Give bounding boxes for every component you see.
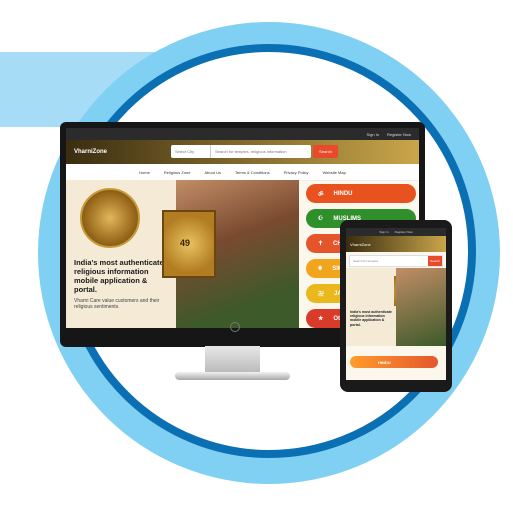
category-label: HINDU xyxy=(333,190,353,197)
monitor-stand xyxy=(205,346,260,374)
nav-religious-zone[interactable]: Religious Zone xyxy=(164,170,191,175)
search-button[interactable]: Search xyxy=(313,145,338,158)
category-hindu[interactable]: ॐ HINDU xyxy=(306,184,416,203)
swastika-icon: 卍 xyxy=(318,292,325,298)
nav-privacy[interactable]: Privacy Policy xyxy=(284,170,309,175)
search-bar: Select City Search for temples, religiou… xyxy=(171,145,311,158)
tablet-header: VharniZone xyxy=(346,236,446,252)
tablet-register-link[interactable]: Register Now xyxy=(395,230,413,234)
nav-about[interactable]: About Us xyxy=(205,170,221,175)
tablet-hero-text: India's most authenticate religious info… xyxy=(350,310,392,327)
tablet-screen: Sign In Register Now VharniZone Search f… xyxy=(346,228,446,380)
tablet-person-image xyxy=(396,268,446,346)
monitor-base xyxy=(175,372,290,380)
hero-title: India's most authenticate religious info… xyxy=(74,258,164,294)
search-input[interactable]: Search for temples, religious informatio… xyxy=(211,145,311,158)
nav-terms[interactable]: Terms & Conditions xyxy=(235,170,270,175)
tablet-hero: India's most authenticate religious info… xyxy=(346,268,446,346)
tablet-logo[interactable]: VharniZone xyxy=(350,242,371,247)
tablet-device: Sign In Register Now VharniZone Search f… xyxy=(340,220,452,392)
hero-subtitle: Vharni Care value customers and their re… xyxy=(74,298,160,311)
om-icon: ॐ xyxy=(318,191,324,198)
tablet-search-input[interactable]: Search for temples Search xyxy=(349,255,443,267)
cross-icon: ✝ xyxy=(318,241,324,247)
site-logo[interactable]: VharniZone xyxy=(74,149,107,155)
tablet-top-bar: Sign In Register Now xyxy=(346,228,446,236)
star-icon: ★ xyxy=(318,316,324,322)
top-bar: Sign In Register Now xyxy=(66,128,419,140)
city-select[interactable]: Select City xyxy=(171,145,211,158)
power-icon xyxy=(230,322,240,332)
nav-sitemap[interactable]: Website Map xyxy=(323,170,346,175)
tablet-signin-link[interactable]: Sign In xyxy=(379,230,388,234)
nav-home[interactable]: Home xyxy=(139,170,150,175)
register-link[interactable]: Register Now xyxy=(387,132,411,137)
main-nav: Home Religious Zone About Us Terms & Con… xyxy=(66,164,419,181)
crescent-icon: ☪ xyxy=(318,216,324,222)
hero-frame: 49 xyxy=(162,210,216,278)
tablet-category-hindu[interactable]: HINDU xyxy=(350,356,438,368)
khanda-icon: ☬ xyxy=(318,266,323,272)
tablet-search-button[interactable]: Search xyxy=(428,256,442,266)
tablet-search-placeholder: Search for temples xyxy=(353,259,379,263)
medallion-logo xyxy=(80,188,140,248)
site-header: VharniZone Select City Search for temple… xyxy=(66,140,419,164)
signin-link[interactable]: Sign In xyxy=(367,132,379,137)
frame-number: 49 xyxy=(180,238,191,248)
hero-section: India's most authenticate religious info… xyxy=(66,180,299,328)
